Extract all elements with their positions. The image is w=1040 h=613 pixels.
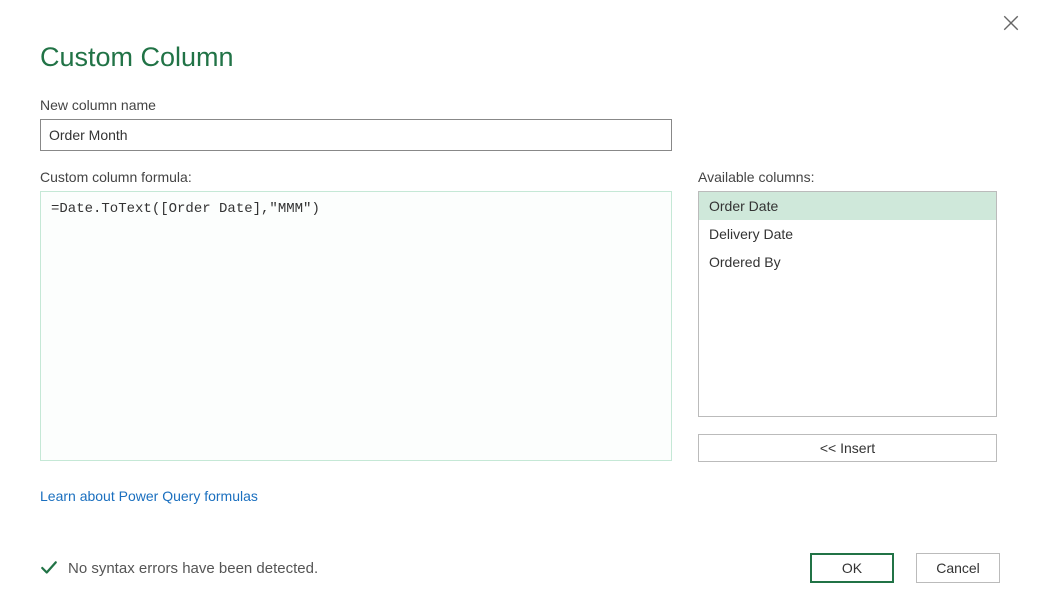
insert-button[interactable]: << Insert — [698, 434, 997, 462]
column-item[interactable]: Ordered By — [699, 248, 996, 276]
status-text: No syntax errors have been detected. — [68, 560, 318, 577]
learn-link[interactable]: Learn about Power Query formulas — [40, 488, 258, 504]
column-name-input[interactable] — [40, 119, 672, 151]
ok-button[interactable]: OK — [810, 553, 894, 583]
check-icon — [40, 559, 58, 577]
status-area: No syntax errors have been detected. — [40, 559, 318, 577]
column-item[interactable]: Order Date — [699, 192, 996, 220]
formula-label: Custom column formula: — [40, 169, 672, 185]
available-columns-label: Available columns: — [698, 169, 997, 185]
cancel-button[interactable]: Cancel — [916, 553, 1000, 583]
column-item[interactable]: Delivery Date — [699, 220, 996, 248]
dialog-title: Custom Column — [40, 42, 1000, 73]
formula-textarea[interactable] — [40, 191, 672, 461]
close-icon[interactable] — [1002, 14, 1020, 32]
available-columns-list[interactable]: Order Date Delivery Date Ordered By — [698, 191, 997, 417]
column-name-label: New column name — [40, 97, 1000, 113]
